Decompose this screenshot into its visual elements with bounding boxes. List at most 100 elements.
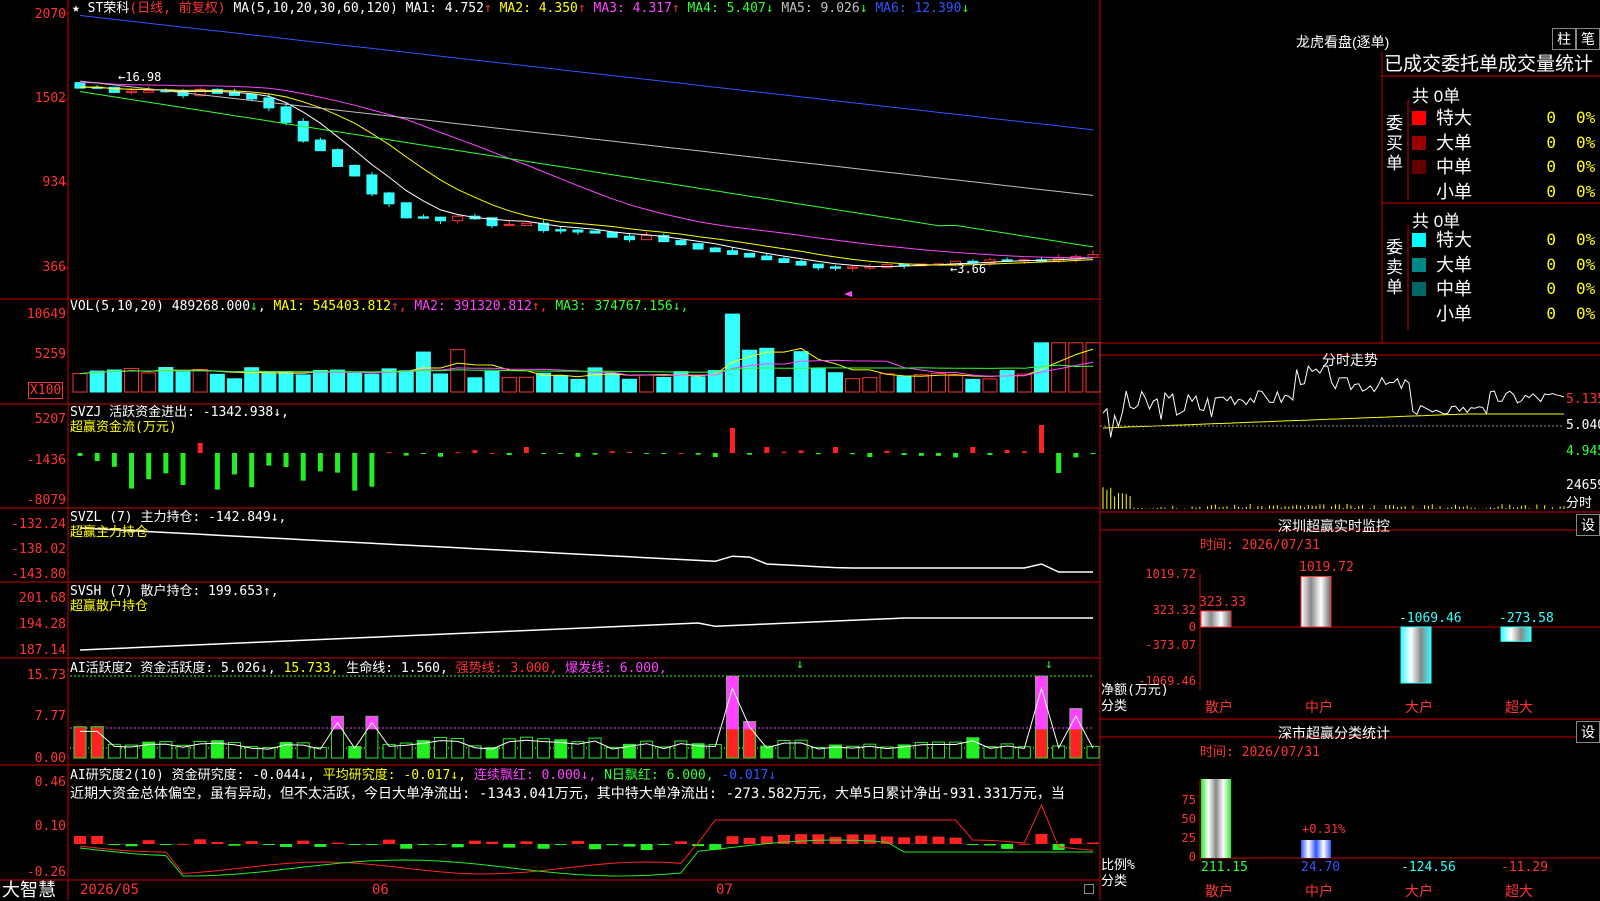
fund-flow-bar [506, 453, 512, 456]
stats-settings-button[interactable]: 设 [1576, 721, 1600, 743]
ma-legend-arrow: ↑ [483, 1, 492, 16]
vol-legend: MA1: 545403.812↑, MA2: 391320.812↑, MA3:… [274, 299, 689, 314]
buy-total: 共 0单 [1412, 87, 1461, 106]
volume-bar [518, 376, 534, 393]
research-bar [657, 844, 670, 845]
ai-research-comment: 近期大资金总体偏空，虽有异动，但不太活跃，今日大单净流出: -1343.041万… [70, 786, 1065, 802]
research-bar [692, 844, 705, 847]
research-bar [297, 840, 310, 844]
research-bar [726, 836, 739, 844]
volume-bar [484, 370, 500, 393]
bar-mode-button[interactable]: 柱 [1552, 28, 1576, 50]
fund-flow-bar [438, 453, 444, 457]
ma-legend-arrow: ↑ [671, 1, 680, 16]
svzj-subtitle: 超赢资金流(万元) [70, 420, 177, 435]
ma-legend-value: 4.752 [444, 1, 484, 16]
monitor-settings-button[interactable]: 设 [1576, 514, 1600, 536]
buy-side-label: 委买单 [1386, 114, 1403, 173]
fund-flow-bar [644, 453, 650, 454]
favorite-star-icon[interactable]: ★ [72, 1, 80, 16]
volume-bar [415, 351, 431, 393]
ma-legend-value: 5.407 [726, 1, 766, 16]
y-label: 1019.72 [1145, 567, 1196, 581]
monitor-bar [1500, 626, 1532, 642]
candle [692, 243, 704, 250]
volume-bar [810, 368, 826, 393]
volume-bar [896, 376, 912, 393]
stats-value: -11.29 [1501, 860, 1548, 875]
stats-category: 超大 [1505, 883, 1533, 899]
research-bar [348, 844, 361, 845]
fund-flow-bar [523, 447, 529, 453]
research-bar [1018, 843, 1031, 845]
ai-research-legend-item: -0.017↓ [713, 768, 777, 783]
research-bar [125, 844, 138, 847]
volume-bar [724, 313, 740, 393]
y-label: 0.00 [34, 751, 66, 766]
research-bar [142, 840, 155, 844]
research-bar [108, 844, 121, 846]
lock-icon[interactable] [1084, 884, 1094, 894]
research-bar [589, 844, 602, 850]
stats-value: 211.15 [1201, 860, 1248, 875]
monitor-bar-label: 323.33 [1199, 594, 1246, 610]
fund-flow-bar [420, 453, 426, 454]
volume-bar [570, 378, 586, 393]
fund-flow-bar [1056, 453, 1062, 473]
monitor-category: 散户 [1205, 699, 1233, 715]
y-label: 934 [42, 175, 66, 190]
y-label: 323.32 [1152, 603, 1196, 617]
fund-flow-bar [867, 453, 873, 458]
ai-active-title: AI活跃度2 [70, 661, 133, 676]
activity-burst-bar [743, 721, 756, 730]
pen-mode-button[interactable]: 笔 [1576, 28, 1600, 50]
order-size-label: 特大 [1436, 230, 1472, 250]
fund-flow-bar [541, 453, 547, 454]
stats-bar-note: +0.31% [1302, 822, 1346, 836]
panel-title: 龙虎看盘(逐单) [1296, 34, 1390, 50]
order-percent: 0% [1576, 230, 1596, 249]
ai-active-legend-item: 生命线: 1.560, [338, 661, 448, 676]
volume-bar [398, 370, 414, 393]
candle [847, 266, 859, 269]
volume-bar [106, 369, 122, 393]
ma-legend-arrow: ↓ [961, 1, 970, 16]
research-bar [331, 842, 344, 844]
research-bar [400, 844, 413, 849]
y-label: 5.135 [1566, 392, 1600, 407]
y-label: 187.14 [19, 643, 66, 658]
research-bar [451, 844, 464, 848]
candle [829, 266, 841, 269]
ma-legend-label: MA4: [679, 1, 727, 16]
research-bar [846, 834, 859, 844]
vol-unit: X100 [28, 382, 64, 399]
activity-bar [1086, 745, 1100, 759]
research-bar [1035, 834, 1048, 844]
monitor-bar [1300, 575, 1332, 628]
fund-flow-bar [987, 453, 993, 456]
cursor-marker [844, 291, 852, 297]
stats-bar [1201, 779, 1231, 858]
date-tick: 2026/05 [80, 882, 140, 898]
ma-legend-arrow: ↓ [765, 1, 774, 16]
volume-bar [982, 378, 998, 393]
fund-flow-bar [180, 453, 186, 485]
ma-params: MA(5,10,20,30,60,120) [233, 1, 398, 16]
candle [744, 252, 756, 258]
date-tick: 06 [372, 882, 389, 898]
y-label: 15.73 [26, 668, 66, 683]
candle [314, 139, 326, 152]
activity-burst-bar [1069, 708, 1082, 730]
fund-flow-bar [592, 453, 598, 455]
stats-value: -124.56 [1401, 860, 1456, 875]
y-label: 194.28 [19, 617, 66, 632]
candle [452, 215, 464, 222]
candle [726, 250, 738, 255]
research-bar [966, 844, 979, 845]
y-label: -1436 [26, 453, 66, 468]
order-size-label: 大单 [1436, 254, 1472, 275]
vol-legend-value: 545403.812 [312, 299, 391, 314]
volume-bar [261, 372, 277, 393]
research-bar [365, 844, 378, 845]
low-price-label: ←3.66 [950, 262, 987, 276]
